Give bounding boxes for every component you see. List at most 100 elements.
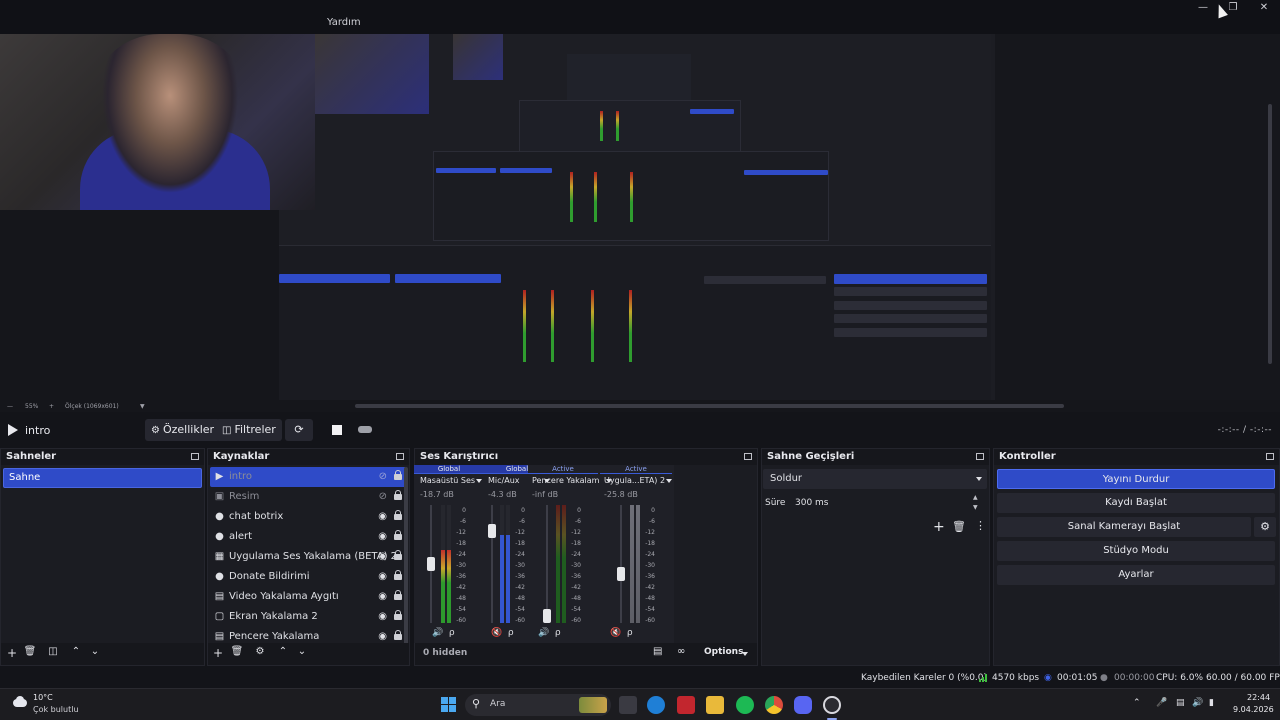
layout-icon[interactable]: ▤ bbox=[653, 646, 662, 657]
stop-stream-button[interactable]: Yayını Durdur bbox=[997, 469, 1275, 489]
fader-knob[interactable] bbox=[427, 557, 435, 571]
source-row[interactable]: ▢ Ekran Yakalama 2 ◉ bbox=[210, 607, 406, 627]
filter-icon[interactable]: ◫ bbox=[45, 646, 61, 657]
microphone-icon[interactable]: 🎤 bbox=[1156, 698, 1167, 708]
eye-icon[interactable]: ◉ bbox=[378, 507, 387, 527]
stop-icon[interactable] bbox=[332, 425, 342, 435]
chevron-down-icon[interactable] bbox=[666, 479, 672, 483]
folder-icon[interactable] bbox=[706, 696, 724, 714]
move-down-icon[interactable]: ⌄ bbox=[87, 646, 103, 657]
undock-icon[interactable] bbox=[396, 453, 404, 460]
transition-select[interactable]: Soldur bbox=[763, 469, 987, 489]
preview-canvas[interactable] bbox=[0, 34, 1280, 402]
source-row[interactable]: ● alert ◉ bbox=[210, 527, 406, 547]
windows-start-icon[interactable] bbox=[440, 696, 458, 714]
eye-icon[interactable]: ◉ bbox=[378, 607, 387, 627]
scene-item[interactable]: Sahne bbox=[3, 468, 202, 488]
lock-icon[interactable] bbox=[394, 590, 402, 600]
start-recording-button[interactable]: Kaydı Başlat bbox=[997, 493, 1275, 513]
lock-icon[interactable] bbox=[394, 470, 402, 480]
weather-temp[interactable]: 10°C bbox=[33, 693, 53, 702]
volume-fader[interactable] bbox=[546, 505, 548, 623]
eye-icon[interactable]: ◉ bbox=[378, 587, 387, 607]
studio-mode-button[interactable]: Stüdyo Modu bbox=[997, 541, 1275, 561]
channel-name[interactable]: Uygula...ETA) 2 bbox=[604, 476, 665, 485]
fader-knob[interactable] bbox=[543, 609, 551, 623]
trash-icon[interactable]: 🗑 bbox=[22, 646, 38, 657]
play-icon[interactable] bbox=[8, 424, 18, 436]
muted-speaker-icon[interactable]: 🔇 bbox=[610, 628, 621, 638]
move-up-icon[interactable]: ⌃ bbox=[275, 646, 291, 657]
discord-icon[interactable] bbox=[794, 696, 812, 714]
more-options-icon[interactable]: ⋮ bbox=[975, 519, 986, 532]
taskbar-search[interactable]: ⚲ Ara bbox=[465, 694, 611, 716]
source-row[interactable]: ● Donate Bildirimi ◉ bbox=[210, 567, 406, 587]
minimize-icon[interactable]: — bbox=[1195, 2, 1211, 14]
eye-icon[interactable]: ◉ bbox=[378, 567, 387, 587]
gear-icon[interactable]: ⚙ bbox=[252, 646, 268, 657]
zoom-out-icon[interactable]: — bbox=[7, 403, 13, 410]
add-source-icon[interactable]: + bbox=[210, 646, 226, 660]
close-icon[interactable]: ✕ bbox=[1256, 2, 1272, 14]
battery-icon[interactable]: ▮ bbox=[1209, 698, 1214, 708]
source-row[interactable]: ▤ Video Yakalama Aygıtı ◉ bbox=[210, 587, 406, 607]
undock-icon[interactable] bbox=[976, 453, 984, 460]
chrome-icon[interactable] bbox=[765, 696, 783, 714]
virtual-camera-settings-button[interactable]: ⚙ bbox=[1254, 517, 1276, 537]
link-icon[interactable]: ∞ bbox=[677, 646, 685, 657]
source-row[interactable]: ▶ intro ⊘ bbox=[210, 467, 406, 487]
lock-icon[interactable] bbox=[394, 490, 402, 500]
restore-icon[interactable]: ❐ bbox=[1225, 2, 1241, 14]
properties-button[interactable]: ⚙ Özellikler bbox=[145, 419, 221, 441]
undock-icon[interactable] bbox=[1266, 453, 1274, 460]
spotify-icon[interactable] bbox=[736, 696, 754, 714]
scale-dropdown-icon[interactable]: ▼ bbox=[140, 403, 145, 410]
source-row[interactable]: ▦ Uygulama Ses Yakalama (BETA) 2 ◉ bbox=[210, 547, 406, 567]
channel-name[interactable]: Pencere Yakalam bbox=[532, 476, 599, 485]
channel-name[interactable]: Masaüstü Ses bbox=[420, 476, 475, 485]
eye-hidden-icon[interactable]: ⊘ bbox=[379, 467, 387, 487]
speaker-icon[interactable]: 🔊 bbox=[538, 628, 549, 638]
clock-time[interactable]: 22:44 bbox=[1247, 693, 1270, 702]
network-icon[interactable]: ▤ bbox=[1176, 698, 1185, 708]
restart-button[interactable]: ⟳ bbox=[285, 419, 313, 441]
spin-up-icon[interactable]: ▲ bbox=[973, 494, 978, 501]
source-row[interactable]: ● chat botrix ◉ bbox=[210, 507, 406, 527]
lock-icon[interactable] bbox=[394, 550, 402, 560]
weather-desc[interactable]: Çok bulutlu bbox=[33, 705, 79, 714]
headphone-icon[interactable]: ⍴ bbox=[627, 628, 633, 638]
obs-icon[interactable] bbox=[823, 696, 841, 714]
add-scene-icon[interactable]: + bbox=[4, 646, 20, 660]
zoom-in-icon[interactable]: + bbox=[49, 403, 54, 410]
lock-icon[interactable] bbox=[394, 510, 402, 520]
undock-icon[interactable] bbox=[744, 453, 752, 460]
options-button[interactable]: Options bbox=[704, 647, 743, 657]
clock-date[interactable]: 9.04.2026 bbox=[1233, 705, 1274, 714]
volume-icon[interactable]: 🔊 bbox=[1192, 698, 1203, 708]
speaker-icon[interactable]: 🔊 bbox=[432, 628, 443, 638]
settings-button[interactable]: Ayarlar bbox=[997, 565, 1275, 585]
move-up-icon[interactable]: ⌃ bbox=[68, 646, 84, 657]
headphone-icon[interactable]: ⍴ bbox=[508, 628, 514, 638]
menu-help[interactable]: Yardım bbox=[327, 17, 361, 28]
start-virtual-camera-button[interactable]: Sanal Kamerayı Başlat bbox=[997, 517, 1251, 537]
filters-button[interactable]: ◫ Filtreler bbox=[216, 419, 282, 441]
eye-icon[interactable]: ◉ bbox=[378, 527, 387, 547]
lock-icon[interactable] bbox=[394, 530, 402, 540]
app-p-icon[interactable] bbox=[677, 696, 695, 714]
fader-knob[interactable] bbox=[617, 567, 625, 581]
channel-name[interactable]: Mic/Aux bbox=[488, 476, 520, 485]
lock-icon[interactable] bbox=[394, 630, 402, 640]
undock-icon[interactable] bbox=[191, 453, 199, 460]
muted-speaker-icon[interactable]: 🔇 bbox=[491, 628, 502, 638]
source-row[interactable]: ▣ Resim ⊘ bbox=[210, 487, 406, 507]
add-transition-icon[interactable]: + bbox=[933, 519, 945, 535]
trash-icon[interactable]: 🗑 bbox=[229, 646, 245, 657]
chevron-up-icon[interactable]: ⌃ bbox=[1133, 698, 1141, 708]
trash-icon[interactable]: 🗑 bbox=[952, 520, 966, 533]
preview-vertical-scrollbar[interactable] bbox=[1268, 104, 1272, 364]
duration-input[interactable]: 300 ms bbox=[789, 494, 987, 512]
lock-icon[interactable] bbox=[394, 610, 402, 620]
preview-horizontal-scrollbar[interactable] bbox=[355, 404, 1064, 408]
cloud-icon[interactable] bbox=[11, 696, 29, 710]
